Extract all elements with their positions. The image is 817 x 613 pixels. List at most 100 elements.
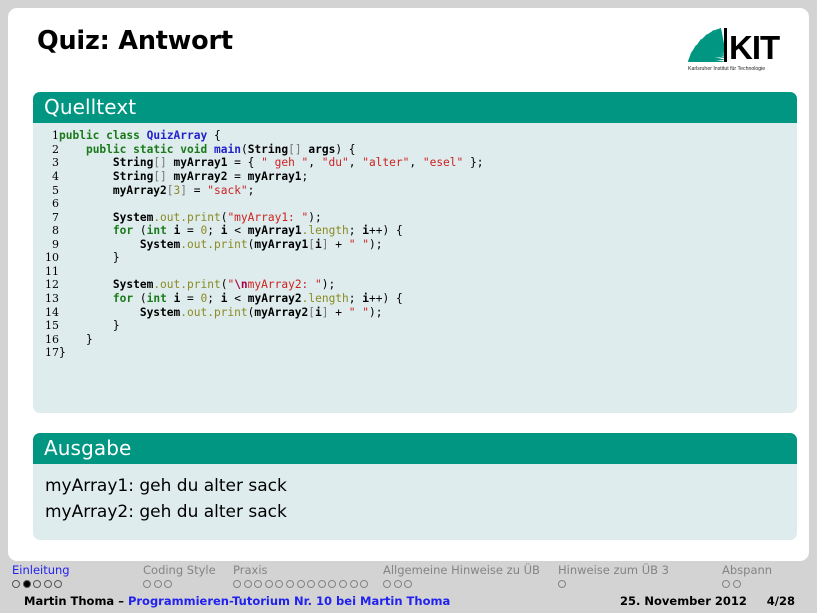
nav-section-4[interactable]: Hinweise zum ÜB 3	[558, 563, 669, 588]
footer-info: Martin Thoma – Programmieren-Tutorium Nr…	[0, 594, 817, 613]
output-line: myArray1: geh du alter sack	[45, 476, 287, 497]
code-line-row: 2 public static void main(String[] args)…	[33, 143, 483, 157]
code-token: ;	[301, 170, 309, 184]
code-line-row: 15 }	[33, 319, 483, 333]
code-token: "myArray1: "	[227, 210, 309, 224]
nav-slide-dot[interactable]	[22, 580, 31, 588]
nav-slide-dot[interactable]	[243, 580, 252, 588]
nav-slide-dot[interactable]	[404, 580, 413, 588]
code-token: .print	[180, 210, 221, 224]
nav-slide-dot[interactable]	[275, 580, 284, 588]
code-token: public	[59, 129, 100, 143]
code-token: );	[368, 305, 383, 319]
code-token: <	[227, 291, 248, 305]
nav-section-1[interactable]: Coding Style	[143, 563, 216, 588]
nav-section-label: Hinweise zum ÜB 3	[558, 563, 669, 577]
code-token: (	[133, 224, 147, 238]
code-token: main	[214, 142, 241, 156]
nav-section-dots	[233, 579, 371, 588]
code-token: .out	[153, 210, 181, 224]
nav-slide-dot[interactable]	[558, 580, 566, 588]
slide-header: Quiz: Antwort KIT Karlsruher Institut fü…	[8, 8, 809, 82]
line-number: 8	[52, 224, 59, 238]
section-navigation: Einleitung Coding Style Praxis Allgemeine H…	[0, 563, 817, 593]
code-token: }	[59, 346, 66, 360]
block-title-quelltext: Quelltext	[33, 92, 797, 124]
line-number: 15	[45, 319, 59, 333]
talk-title[interactable]: Programmieren-Tutorium Nr. 10 bei Martin…	[128, 594, 450, 608]
code-token: +	[328, 305, 349, 319]
code-token: ;	[348, 224, 363, 238]
nav-slide-dot[interactable]	[254, 580, 263, 588]
nav-slide-dot[interactable]	[393, 580, 402, 588]
line-number: 16	[45, 332, 59, 346]
code-line-row: 10 }	[33, 251, 483, 265]
nav-slide-dot[interactable]	[12, 580, 20, 588]
code-token: +	[328, 237, 349, 251]
nav-slide-dot[interactable]	[722, 580, 730, 588]
nav-slide-dot[interactable]	[285, 580, 294, 588]
nav-section-dots	[12, 579, 70, 588]
line-number: 6	[52, 197, 59, 211]
code-line: myArray2[3] = "sack";	[59, 184, 483, 198]
nav-slide-dot[interactable]	[296, 580, 305, 588]
presentation-date: 25. November 2012	[620, 594, 747, 608]
code-token: i	[315, 305, 322, 319]
code-token: " geh "	[261, 156, 309, 170]
code-token: );	[308, 210, 322, 224]
code-token: ;	[207, 224, 221, 238]
nav-slide-dot[interactable]	[233, 580, 241, 588]
nav-slide-dot[interactable]	[328, 580, 337, 588]
line-number: 1	[52, 129, 59, 143]
code-line-row: 14 System.out.print(myArray2[i] + " ");	[33, 306, 483, 320]
code-token: for	[112, 291, 134, 305]
line-number: 5	[52, 183, 59, 197]
line-number: 13	[45, 291, 59, 305]
nav-slide-dot[interactable]	[317, 580, 326, 588]
nav-section-label: Einleitung	[12, 563, 70, 577]
nav-slide-dot[interactable]	[383, 580, 391, 588]
nav-slide-dot[interactable]	[349, 580, 358, 588]
nav-slide-dot[interactable]	[33, 580, 42, 588]
code-token: );	[368, 237, 383, 251]
code-line: }	[59, 346, 483, 360]
code-token: .print	[207, 237, 248, 251]
code-token: []	[288, 142, 302, 156]
nav-section-0[interactable]: Einleitung	[12, 563, 70, 588]
nav-slide-dot[interactable]	[264, 580, 273, 588]
page-title: Quiz: Antwort	[37, 26, 233, 56]
code-token: .print	[180, 278, 221, 292]
nav-section-3[interactable]: Allgemeine Hinweise zu ÜB	[383, 563, 540, 588]
nav-slide-dot[interactable]	[164, 580, 173, 588]
code-token: .out	[153, 278, 181, 292]
nav-slide-dot[interactable]	[54, 580, 63, 588]
kit-logo: KIT Karlsruher Institut für Technologie	[680, 28, 797, 73]
code-token: i	[362, 224, 370, 238]
nav-slide-dot[interactable]	[732, 580, 741, 588]
nav-slide-dot[interactable]	[338, 580, 347, 588]
nav-slide-dot[interactable]	[360, 580, 369, 588]
author-name: Martin Thoma	[24, 594, 115, 608]
code-token: ]	[321, 237, 329, 251]
nav-section-5[interactable]: Abspann	[722, 563, 772, 588]
code-token: " "	[348, 305, 369, 319]
code-token: i	[362, 291, 370, 305]
line-number: 14	[45, 305, 59, 319]
nav-slide-dot[interactable]	[43, 580, 52, 588]
nav-section-2[interactable]: Praxis	[233, 563, 371, 588]
code-line: public class QuizArray {	[59, 129, 483, 143]
code-line-row: 1 public class QuizArray {	[33, 129, 483, 143]
nav-slide-dot[interactable]	[143, 580, 151, 588]
program-output: myArray1: geh du alter sack myArray2: ge…	[33, 464, 797, 541]
nav-slide-dot[interactable]	[307, 580, 316, 588]
code-token: System	[139, 237, 181, 251]
code-token: QuizArray	[146, 129, 208, 143]
code-token: String	[112, 170, 154, 184]
code-token: =	[187, 183, 208, 197]
code-token: "alter"	[362, 156, 410, 170]
nav-slide-dot[interactable]	[153, 580, 162, 588]
